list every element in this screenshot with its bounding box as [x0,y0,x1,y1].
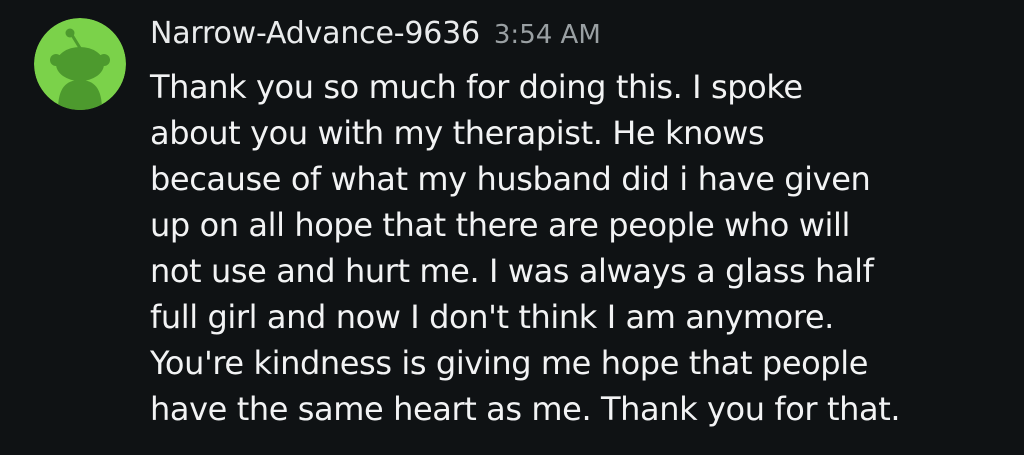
username[interactable]: Narrow-Advance-9636 [150,16,480,51]
message-header: Narrow-Advance-9636 3:54 AM [150,16,1004,64]
reddit-snoo-avatar-icon [34,18,126,110]
message-text: Thank you so much for doing this. I spok… [150,68,901,428]
chat-message: Narrow-Advance-9636 3:54 AM Thank you so… [0,0,1024,455]
timestamp: 3:54 AM [493,20,601,50]
message-content: Narrow-Advance-9636 3:54 AM Thank you so… [150,16,1004,432]
user-avatar[interactable] [34,18,126,110]
